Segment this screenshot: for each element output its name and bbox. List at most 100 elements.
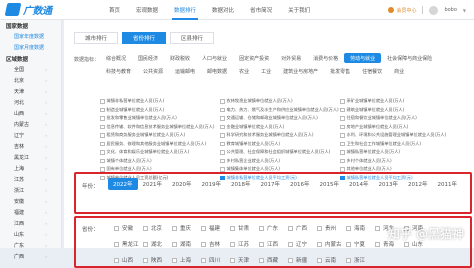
indicator-category-chip[interactable]: 对外贸易 bbox=[275, 53, 307, 63]
indicator-checkbox[interactable]: 乡村私营企业就业人员(万人) bbox=[220, 158, 340, 165]
checkbox[interactable] bbox=[340, 133, 345, 138]
indicator-category-chip[interactable]: 固定资产投资 bbox=[233, 53, 275, 63]
checkbox[interactable] bbox=[220, 99, 225, 104]
indicator-checkbox[interactable]: 制造业城镇单位就业人员(万人) bbox=[100, 107, 220, 114]
indicator-checkbox[interactable]: 公共管理、社会保障和社会组织城镇单位就业人员(万人) bbox=[220, 149, 340, 156]
indicator-checkbox[interactable]: 采矿业城镇单位就业人员(万人) bbox=[340, 98, 460, 105]
indicator-checkbox[interactable]: 建筑业城镇单位就业人员(万人) bbox=[340, 107, 460, 114]
checkbox[interactable] bbox=[317, 241, 322, 247]
checkbox[interactable] bbox=[143, 241, 148, 247]
indicator-checkbox[interactable]: 卫生和社会工作城镇单位就业人员(万人) bbox=[340, 141, 460, 148]
indicator-checkbox[interactable]: 住宿和餐饮业城镇单位就业人员(万人) bbox=[340, 115, 460, 122]
year-option[interactable]: 2016年 bbox=[285, 178, 315, 190]
indicator-checkbox[interactable]: 电力、热力、燃气及水生产和供应业城镇单位就业人员(万人) bbox=[220, 107, 340, 114]
province-option[interactable]: 上海 bbox=[172, 253, 201, 267]
province-option[interactable]: 四川 bbox=[201, 253, 230, 267]
province-option[interactable]: 广西 bbox=[288, 221, 317, 235]
province-option[interactable]: 天津 bbox=[230, 253, 259, 267]
checkbox[interactable] bbox=[230, 225, 235, 231]
checkbox[interactable] bbox=[340, 124, 345, 129]
province-option[interactable]: 湖北 bbox=[143, 237, 172, 251]
indicator-checkbox[interactable]: 房地产业城镇单位就业人员(万人) bbox=[340, 124, 460, 131]
province-option[interactable]: 宁夏 bbox=[346, 237, 375, 251]
checkbox[interactable] bbox=[230, 241, 235, 247]
checkbox[interactable] bbox=[100, 116, 105, 121]
year-option[interactable]: 2015年 bbox=[315, 178, 345, 190]
checkbox[interactable] bbox=[340, 167, 345, 172]
year-option[interactable]: 2017年 bbox=[256, 178, 286, 190]
checkbox[interactable] bbox=[375, 241, 380, 247]
indicator-category-chip[interactable]: 批发零售 bbox=[324, 66, 356, 76]
province-option[interactable]: 重庆 bbox=[172, 221, 201, 235]
province-option[interactable]: 西藏 bbox=[259, 253, 288, 267]
indicator-category-chip[interactable]: 住宿餐饮 bbox=[356, 66, 388, 76]
indicator-category-chip[interactable]: 社会保障与商业保险 bbox=[381, 53, 438, 63]
year-option[interactable]: 2011年 bbox=[433, 178, 463, 190]
checkbox[interactable] bbox=[100, 158, 105, 163]
year-option[interactable]: 2014年 bbox=[344, 178, 374, 190]
checkbox[interactable] bbox=[100, 107, 105, 112]
year-option[interactable]: 2018年 bbox=[226, 178, 256, 190]
sidebar-item[interactable]: 吉林 › bbox=[0, 141, 61, 152]
year-option[interactable]: 2022年 bbox=[108, 178, 138, 190]
indicator-checkbox[interactable]: 城镇个体就业人员(万人) bbox=[100, 158, 220, 165]
sidebar-item[interactable]: 山西 › bbox=[0, 108, 61, 119]
indicator-checkbox[interactable]: 农林牧渔业城镇单位就业人员(万人) bbox=[220, 98, 340, 105]
indicator-checkbox[interactable]: 城镇非私营单位就业人员(万人) bbox=[100, 98, 220, 105]
indicator-checkbox[interactable]: 金融业城镇单位就业人员(万人) bbox=[220, 124, 340, 131]
checkbox[interactable] bbox=[346, 257, 351, 263]
sidebar-item[interactable]: 山东 › bbox=[0, 229, 61, 240]
checkbox[interactable] bbox=[259, 257, 264, 263]
indicator-category-chip[interactable]: 商业 bbox=[388, 66, 410, 76]
checkbox[interactable] bbox=[346, 241, 351, 247]
province-option[interactable]: 云南 bbox=[317, 253, 346, 267]
checkbox[interactable] bbox=[346, 225, 351, 231]
tab[interactable]: 省份排行 bbox=[122, 32, 167, 44]
nav-item[interactable]: 关于我们 bbox=[280, 0, 318, 20]
sidebar-item[interactable]: 黑龙江 › bbox=[0, 152, 61, 163]
province-option[interactable]: 福建 bbox=[201, 221, 230, 235]
nav-item[interactable]: 首页 bbox=[101, 0, 128, 20]
indicator-category-chip[interactable]: 邮电数据 bbox=[201, 66, 233, 76]
sidebar-item[interactable]: 辽宁 › bbox=[0, 130, 61, 141]
sidebar-item[interactable]: 安徽 › bbox=[0, 196, 61, 207]
indicator-category-chip[interactable]: 劳动与就业 bbox=[344, 53, 382, 63]
checkbox[interactable] bbox=[340, 150, 345, 155]
checkbox[interactable] bbox=[100, 167, 105, 172]
app-logo[interactable]: 广数通 bbox=[4, 2, 101, 17]
sidebar-item[interactable]: 国家年度数据 bbox=[0, 31, 61, 42]
member-center-link[interactable]: 会员中心 bbox=[388, 7, 416, 14]
indicator-category-chip[interactable]: 国民经济 bbox=[132, 53, 164, 63]
indicator-category-chip[interactable]: 农业 bbox=[233, 66, 255, 76]
sidebar-item[interactable]: 天津 › bbox=[0, 86, 61, 97]
province-option[interactable]: 北京 bbox=[143, 221, 172, 235]
checkbox[interactable] bbox=[404, 241, 409, 247]
checkbox[interactable] bbox=[375, 225, 380, 231]
year-option[interactable]: 2013年 bbox=[374, 178, 404, 190]
year-option[interactable]: 2019年 bbox=[197, 178, 227, 190]
sidebar-item[interactable]: 国家数据 bbox=[0, 20, 61, 31]
nav-item[interactable]: 数据对比 bbox=[204, 0, 242, 20]
nav-item[interactable]: 数据排行 bbox=[166, 0, 204, 20]
province-option[interactable]: 陕西 bbox=[143, 253, 172, 267]
indicator-category-chip[interactable]: 建筑业与房地产 bbox=[277, 66, 324, 76]
sidebar-item[interactable]: 广东 › bbox=[0, 240, 61, 251]
province-option[interactable]: 江西 bbox=[259, 237, 288, 251]
indicator-checkbox[interactable]: 批发和零售业城镇单位就业人员(万人) bbox=[100, 115, 220, 122]
checkbox[interactable] bbox=[100, 124, 105, 129]
sidebar-item[interactable]: 区域数据 bbox=[0, 53, 61, 64]
indicator-category-chip[interactable]: 综合概况 bbox=[100, 53, 132, 63]
checkbox[interactable] bbox=[340, 158, 345, 163]
province-option[interactable]: 江苏 bbox=[230, 237, 259, 251]
indicator-category-chip[interactable]: 人口与就业 bbox=[196, 53, 233, 63]
checkbox[interactable] bbox=[114, 241, 119, 247]
checkbox[interactable] bbox=[317, 257, 322, 263]
province-option[interactable]: 湖南 bbox=[172, 237, 201, 251]
indicator-category-chip[interactable]: 运输邮电 bbox=[169, 66, 201, 76]
indicator-category-chip[interactable]: 公共资源 bbox=[137, 66, 169, 76]
indicator-category-chip[interactable]: 消费与价格 bbox=[307, 53, 344, 63]
indicator-category-chip[interactable]: 工业 bbox=[255, 66, 277, 76]
sidebar-item[interactable]: 河北 › bbox=[0, 97, 61, 108]
chevron-down-icon[interactable]: ▼ bbox=[463, 8, 466, 13]
province-option[interactable]: 辽宁 bbox=[288, 237, 317, 251]
